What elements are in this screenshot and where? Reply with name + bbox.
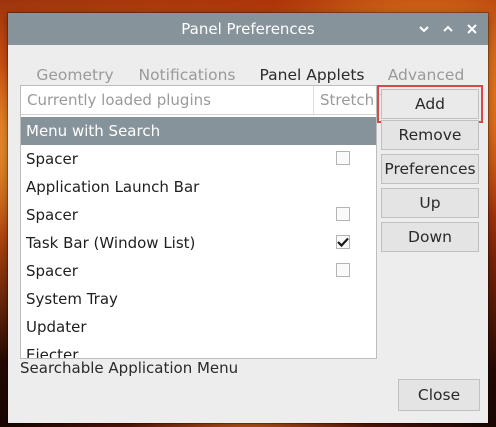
plugin-name: Updater — [26, 318, 87, 336]
tab-advanced[interactable]: Advanced — [380, 57, 472, 93]
list-item[interactable]: Updater — [21, 313, 376, 341]
plugin-name: System Tray — [26, 290, 118, 308]
plugin-description: Searchable Application Menu — [20, 359, 239, 377]
preferences-button[interactable]: Preferences — [381, 154, 479, 184]
panel-preferences-dialog: Panel Preferences Geometry Notifications… — [8, 13, 488, 423]
stretch-checkbox-checked[interactable] — [336, 235, 350, 249]
plugin-name: Spacer — [26, 150, 78, 168]
list-item[interactable]: Spacer — [21, 145, 376, 173]
remove-button[interactable]: Remove — [381, 120, 479, 150]
stretch-checkbox[interactable] — [336, 151, 350, 165]
list-header: Currently loaded plugins Stretch — [21, 86, 376, 115]
minimize-icon[interactable] — [416, 21, 432, 37]
close-button[interactable]: Close — [398, 379, 480, 411]
maximize-icon[interactable] — [440, 21, 456, 37]
checkmark-icon — [337, 237, 349, 248]
column-header-plugins[interactable]: Currently loaded plugins — [27, 86, 211, 114]
list-item[interactable]: Menu with Search — [21, 117, 376, 145]
add-button[interactable]: Add — [377, 85, 483, 123]
list-item[interactable]: Ejecter — [21, 341, 376, 359]
plugin-name: Menu with Search — [26, 122, 161, 140]
list-item[interactable]: Task Bar (Window List) — [21, 229, 376, 257]
titlebar: Panel Preferences — [8, 13, 488, 45]
list-item[interactable]: System Tray — [21, 285, 376, 313]
plugin-name: Application Launch Bar — [26, 178, 200, 196]
list-item[interactable]: Spacer — [21, 257, 376, 285]
stretch-checkbox[interactable] — [336, 263, 350, 277]
plugin-name: Spacer — [26, 206, 78, 224]
plugin-list[interactable]: Currently loaded plugins Stretch Menu wi… — [20, 85, 377, 359]
down-button[interactable]: Down — [381, 222, 479, 252]
plugin-name: Spacer — [26, 262, 78, 280]
stretch-checkbox[interactable] — [336, 207, 350, 221]
list-item[interactable]: Application Launch Bar — [21, 173, 376, 201]
up-button[interactable]: Up — [381, 188, 479, 218]
list-item[interactable]: Spacer — [21, 201, 376, 229]
plugin-name: Ejecter — [26, 346, 79, 359]
column-header-stretch[interactable]: Stretch — [313, 86, 374, 114]
plugin-name: Task Bar (Window List) — [26, 234, 196, 252]
close-icon[interactable] — [464, 21, 480, 37]
